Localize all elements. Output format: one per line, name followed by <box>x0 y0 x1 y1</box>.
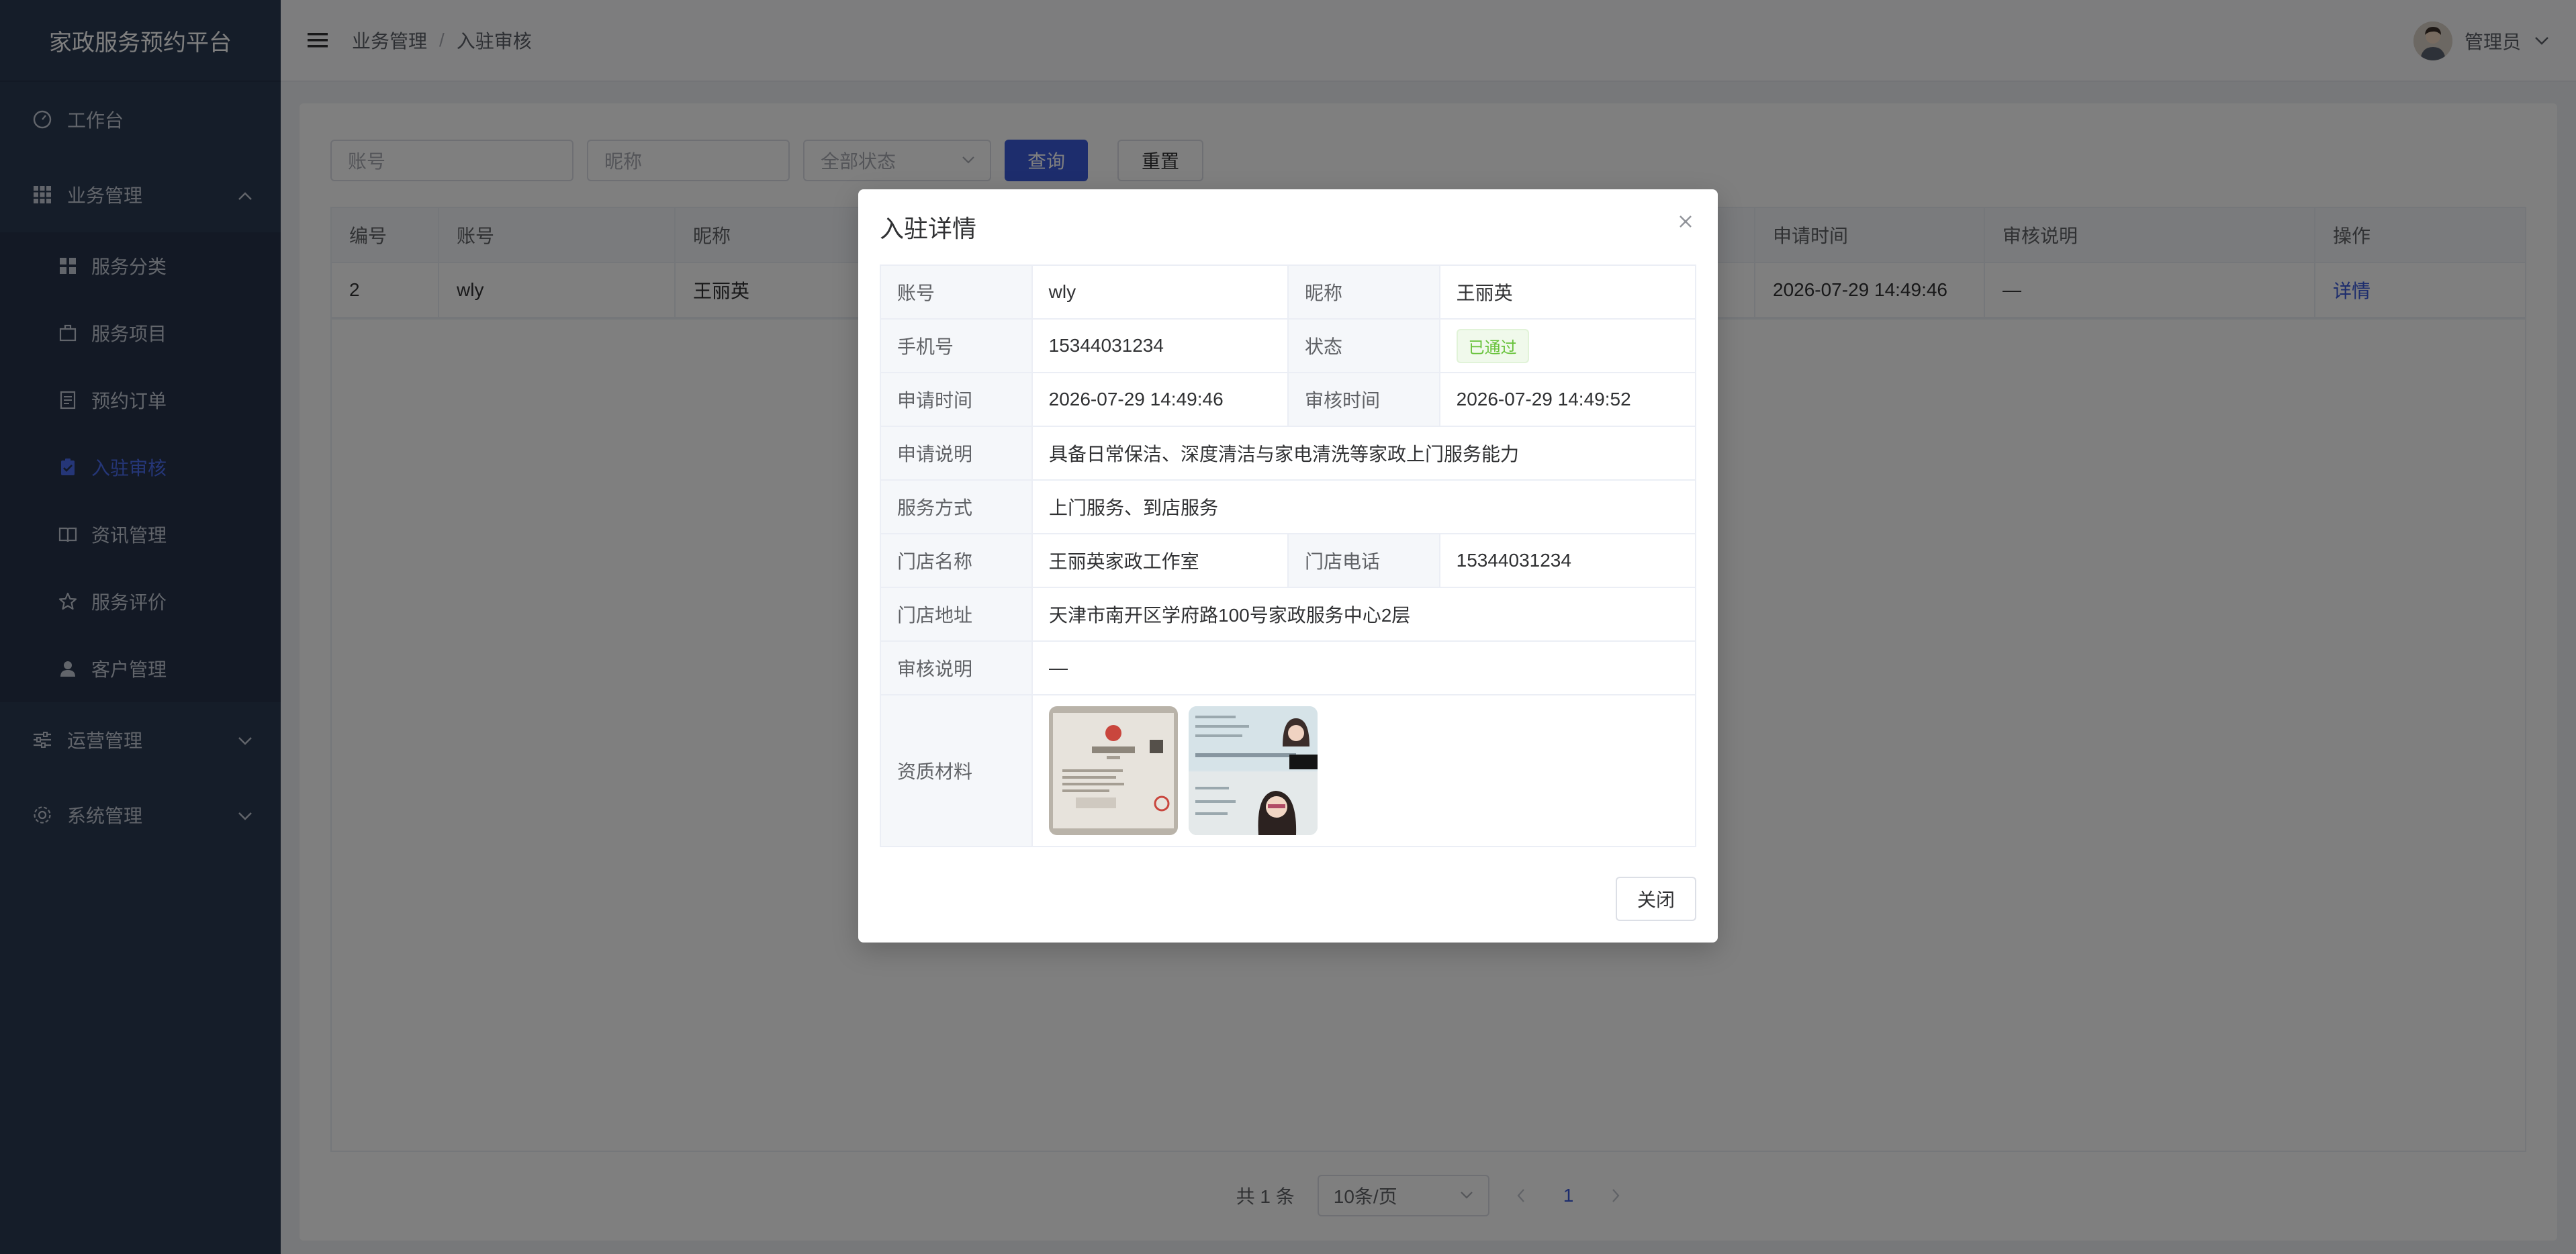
detail-row: 门店名称 王丽英家政工作室 门店电话 15344031234 <box>881 534 1695 588</box>
value-account: wly <box>1033 266 1289 318</box>
label-apply-time: 申请时间 <box>881 373 1033 426</box>
business-license-thumbnail[interactable] <box>1049 706 1178 835</box>
value-phone: 15344031234 <box>1033 320 1289 372</box>
value-apply-note: 具备日常保洁、深度清洁与家电清洗等家政上门服务能力 <box>1049 444 1520 465</box>
detail-descriptions: 账号 wly 昵称 王丽英 手机号 15344031234 状态 已通过 申请时… <box>880 264 1696 847</box>
status-badge: 已通过 <box>1456 328 1529 363</box>
detail-row: 申请说明 具备日常保洁、深度清洁与家电清洗等家政上门服务能力 <box>881 427 1695 481</box>
label-materials: 资质材料 <box>881 695 1033 846</box>
dialog-title: 入驻详情 <box>880 215 977 242</box>
onboarding-detail-dialog: 入驻详情 账号 wly 昵称 王丽英 手机号 15344031234 状态 已通… <box>858 189 1718 943</box>
detail-row: 手机号 15344031234 状态 已通过 <box>881 320 1695 373</box>
detail-row: 服务方式 上门服务、到店服务 <box>881 481 1695 534</box>
value-status-cell: 已通过 <box>1440 320 1695 372</box>
value-store-name: 王丽英家政工作室 <box>1033 534 1289 587</box>
value-service-mode: 上门服务、到店服务 <box>1049 497 1219 518</box>
value-apply-time: 2026-07-29 14:49:46 <box>1033 373 1289 426</box>
label-store-name: 门店名称 <box>881 534 1033 587</box>
label-service-mode: 服务方式 <box>881 481 1033 533</box>
label-nickname: 昵称 <box>1289 266 1440 318</box>
label-store-phone: 门店电话 <box>1289 534 1440 587</box>
value-review-note: — <box>1049 657 1068 678</box>
detail-row: 资质材料 <box>881 695 1695 846</box>
label-phone: 手机号 <box>881 320 1033 372</box>
close-button[interactable]: 关闭 <box>1615 877 1696 921</box>
detail-row: 账号 wly 昵称 王丽英 <box>881 266 1695 320</box>
detail-row: 门店地址 天津市南开区学府路100号家政服务中心2层 <box>881 588 1695 642</box>
label-account: 账号 <box>881 266 1033 318</box>
close-icon[interactable] <box>1675 211 1696 232</box>
label-status: 状态 <box>1289 320 1440 372</box>
value-review-time: 2026-07-29 14:49:52 <box>1456 389 1631 409</box>
label-store-address: 门店地址 <box>881 588 1033 640</box>
materials-gallery <box>1033 695 1695 846</box>
label-review-time: 审核时间 <box>1289 373 1440 426</box>
detail-row: 申请时间 2026-07-29 14:49:46 审核时间 2026-07-29… <box>881 373 1695 427</box>
value-store-address: 天津市南开区学府路100号家政服务中心2层 <box>1049 605 1411 626</box>
value-nickname: 王丽英 <box>1456 283 1513 303</box>
label-review-note: 审核说明 <box>881 642 1033 694</box>
label-apply-note: 申请说明 <box>881 427 1033 479</box>
id-card-thumbnail[interactable] <box>1189 706 1318 835</box>
value-store-phone: 15344031234 <box>1456 550 1571 571</box>
detail-row: 审核说明 — <box>881 642 1695 695</box>
